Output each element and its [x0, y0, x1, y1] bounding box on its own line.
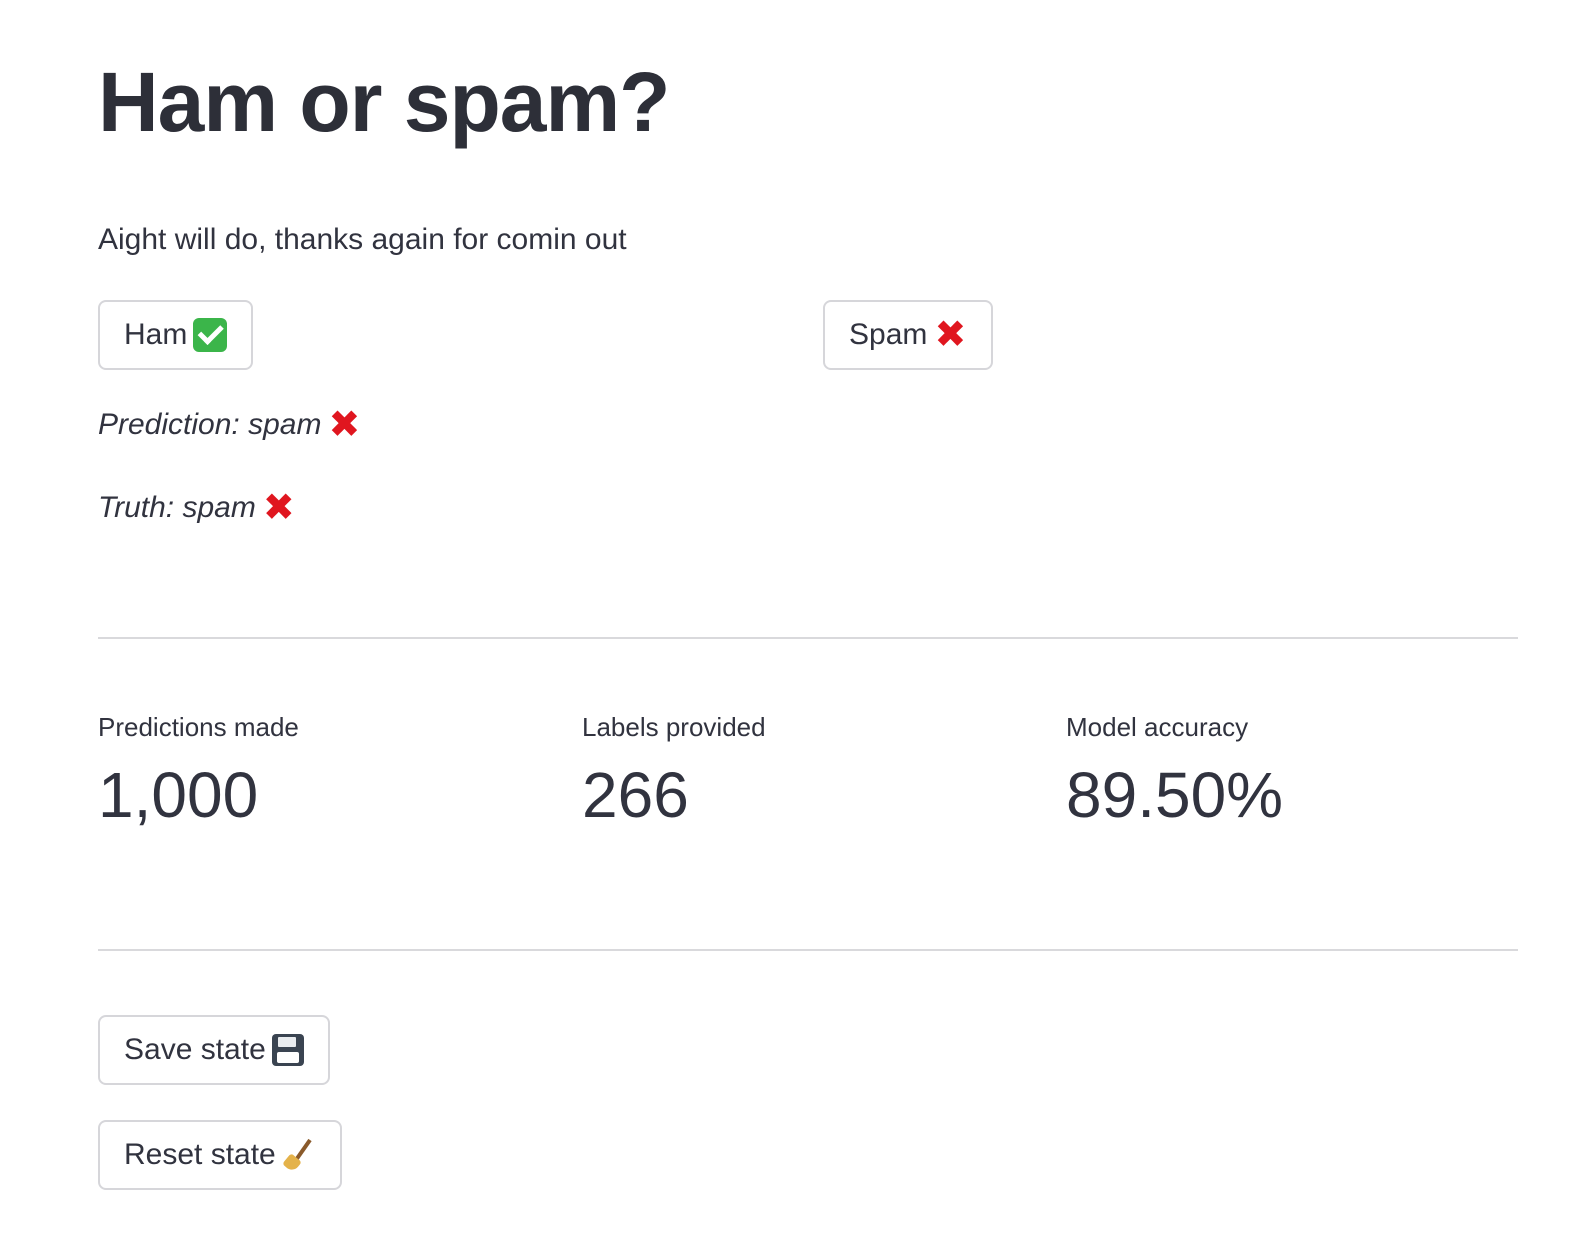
- cross-mark-icon: [933, 318, 967, 352]
- divider: [98, 949, 1518, 951]
- metric-label: Predictions made: [98, 712, 299, 742]
- metric-label: Model accuracy: [1066, 712, 1249, 742]
- spam-button-label: Spam: [849, 318, 928, 351]
- metric-value: 89.50%: [1066, 759, 1284, 832]
- metric-predictions-made: Predictions made 1,000: [98, 712, 299, 834]
- check-mark-icon: [193, 318, 228, 352]
- prediction-status: Prediction: spam: [98, 408, 361, 442]
- truth-text: Truth: spam: [98, 491, 256, 524]
- divider: [98, 637, 1518, 639]
- metric-labels-provided: Labels provided 266: [582, 712, 766, 834]
- broom-icon: [282, 1138, 316, 1172]
- prediction-cross-icon: [327, 408, 361, 442]
- truth-cross-icon: [262, 491, 296, 525]
- ham-button-label: Ham: [124, 318, 188, 351]
- save-state-label: Save state: [124, 1033, 266, 1066]
- metric-label: Labels provided: [582, 712, 766, 742]
- reset-state-label: Reset state: [124, 1138, 276, 1171]
- metric-model-accuracy: Model accuracy 89.50%: [1066, 712, 1283, 834]
- truth-status: Truth: spam: [98, 491, 296, 525]
- ham-button[interactable]: Ham: [98, 300, 254, 370]
- metric-value: 1,000: [98, 759, 259, 832]
- prediction-text: Prediction: spam: [98, 408, 322, 441]
- spam-button[interactable]: Spam: [823, 300, 994, 370]
- floppy-disk-icon: [271, 1034, 304, 1066]
- metric-value: 266: [582, 759, 689, 832]
- page-title: Ham or spam?: [98, 55, 670, 149]
- save-state-button[interactable]: Save state: [98, 1015, 330, 1085]
- message-text: Aight will do, thanks again for comin ou…: [98, 223, 627, 256]
- reset-state-button[interactable]: Reset state: [98, 1120, 342, 1190]
